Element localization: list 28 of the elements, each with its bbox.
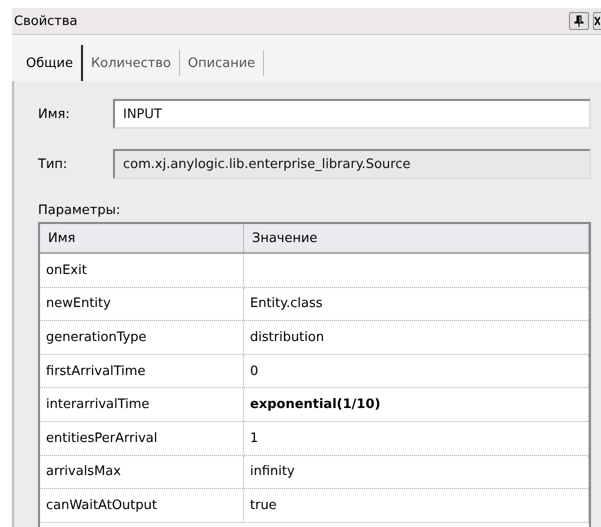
table-cell: onExit xyxy=(40,254,244,287)
table-cell: 0 xyxy=(244,354,589,388)
table-cell: infinity xyxy=(244,456,589,488)
table-cell: firstArrivalTime xyxy=(40,354,244,388)
table-cell: arrivalsMax xyxy=(40,456,244,488)
table-cell: generationType xyxy=(40,321,244,354)
field-label: Тип: xyxy=(38,156,68,172)
close-icon xyxy=(594,16,600,26)
field-label: Имя: xyxy=(38,106,71,122)
table-cell: true xyxy=(244,489,589,522)
pin-icon xyxy=(574,15,584,27)
section-label: Параметры: xyxy=(38,203,122,218)
window-title: Свойства xyxy=(14,14,78,28)
table-cell: entitiesPerArrival xyxy=(40,422,244,455)
table-cell: newEntity xyxy=(40,288,244,320)
tab[interactable]: Количество xyxy=(82,50,180,76)
table-cell: interarrivalTime xyxy=(40,388,244,421)
close-button[interactable] xyxy=(593,12,601,30)
column-header[interactable]: Значение xyxy=(244,224,589,252)
table-cell: exponential(1/10) xyxy=(244,388,589,421)
table-cell: distribution xyxy=(244,321,589,354)
table-cell: Entity.class xyxy=(244,288,589,320)
table-cell: canWaitAtOutput xyxy=(40,489,244,522)
pin-button[interactable] xyxy=(569,12,589,30)
name-field[interactable]: INPUT xyxy=(113,99,591,129)
column-header[interactable]: Имя xyxy=(40,224,244,252)
tab[interactable]: Описание xyxy=(180,50,264,76)
table-cell: 1 xyxy=(244,422,589,455)
